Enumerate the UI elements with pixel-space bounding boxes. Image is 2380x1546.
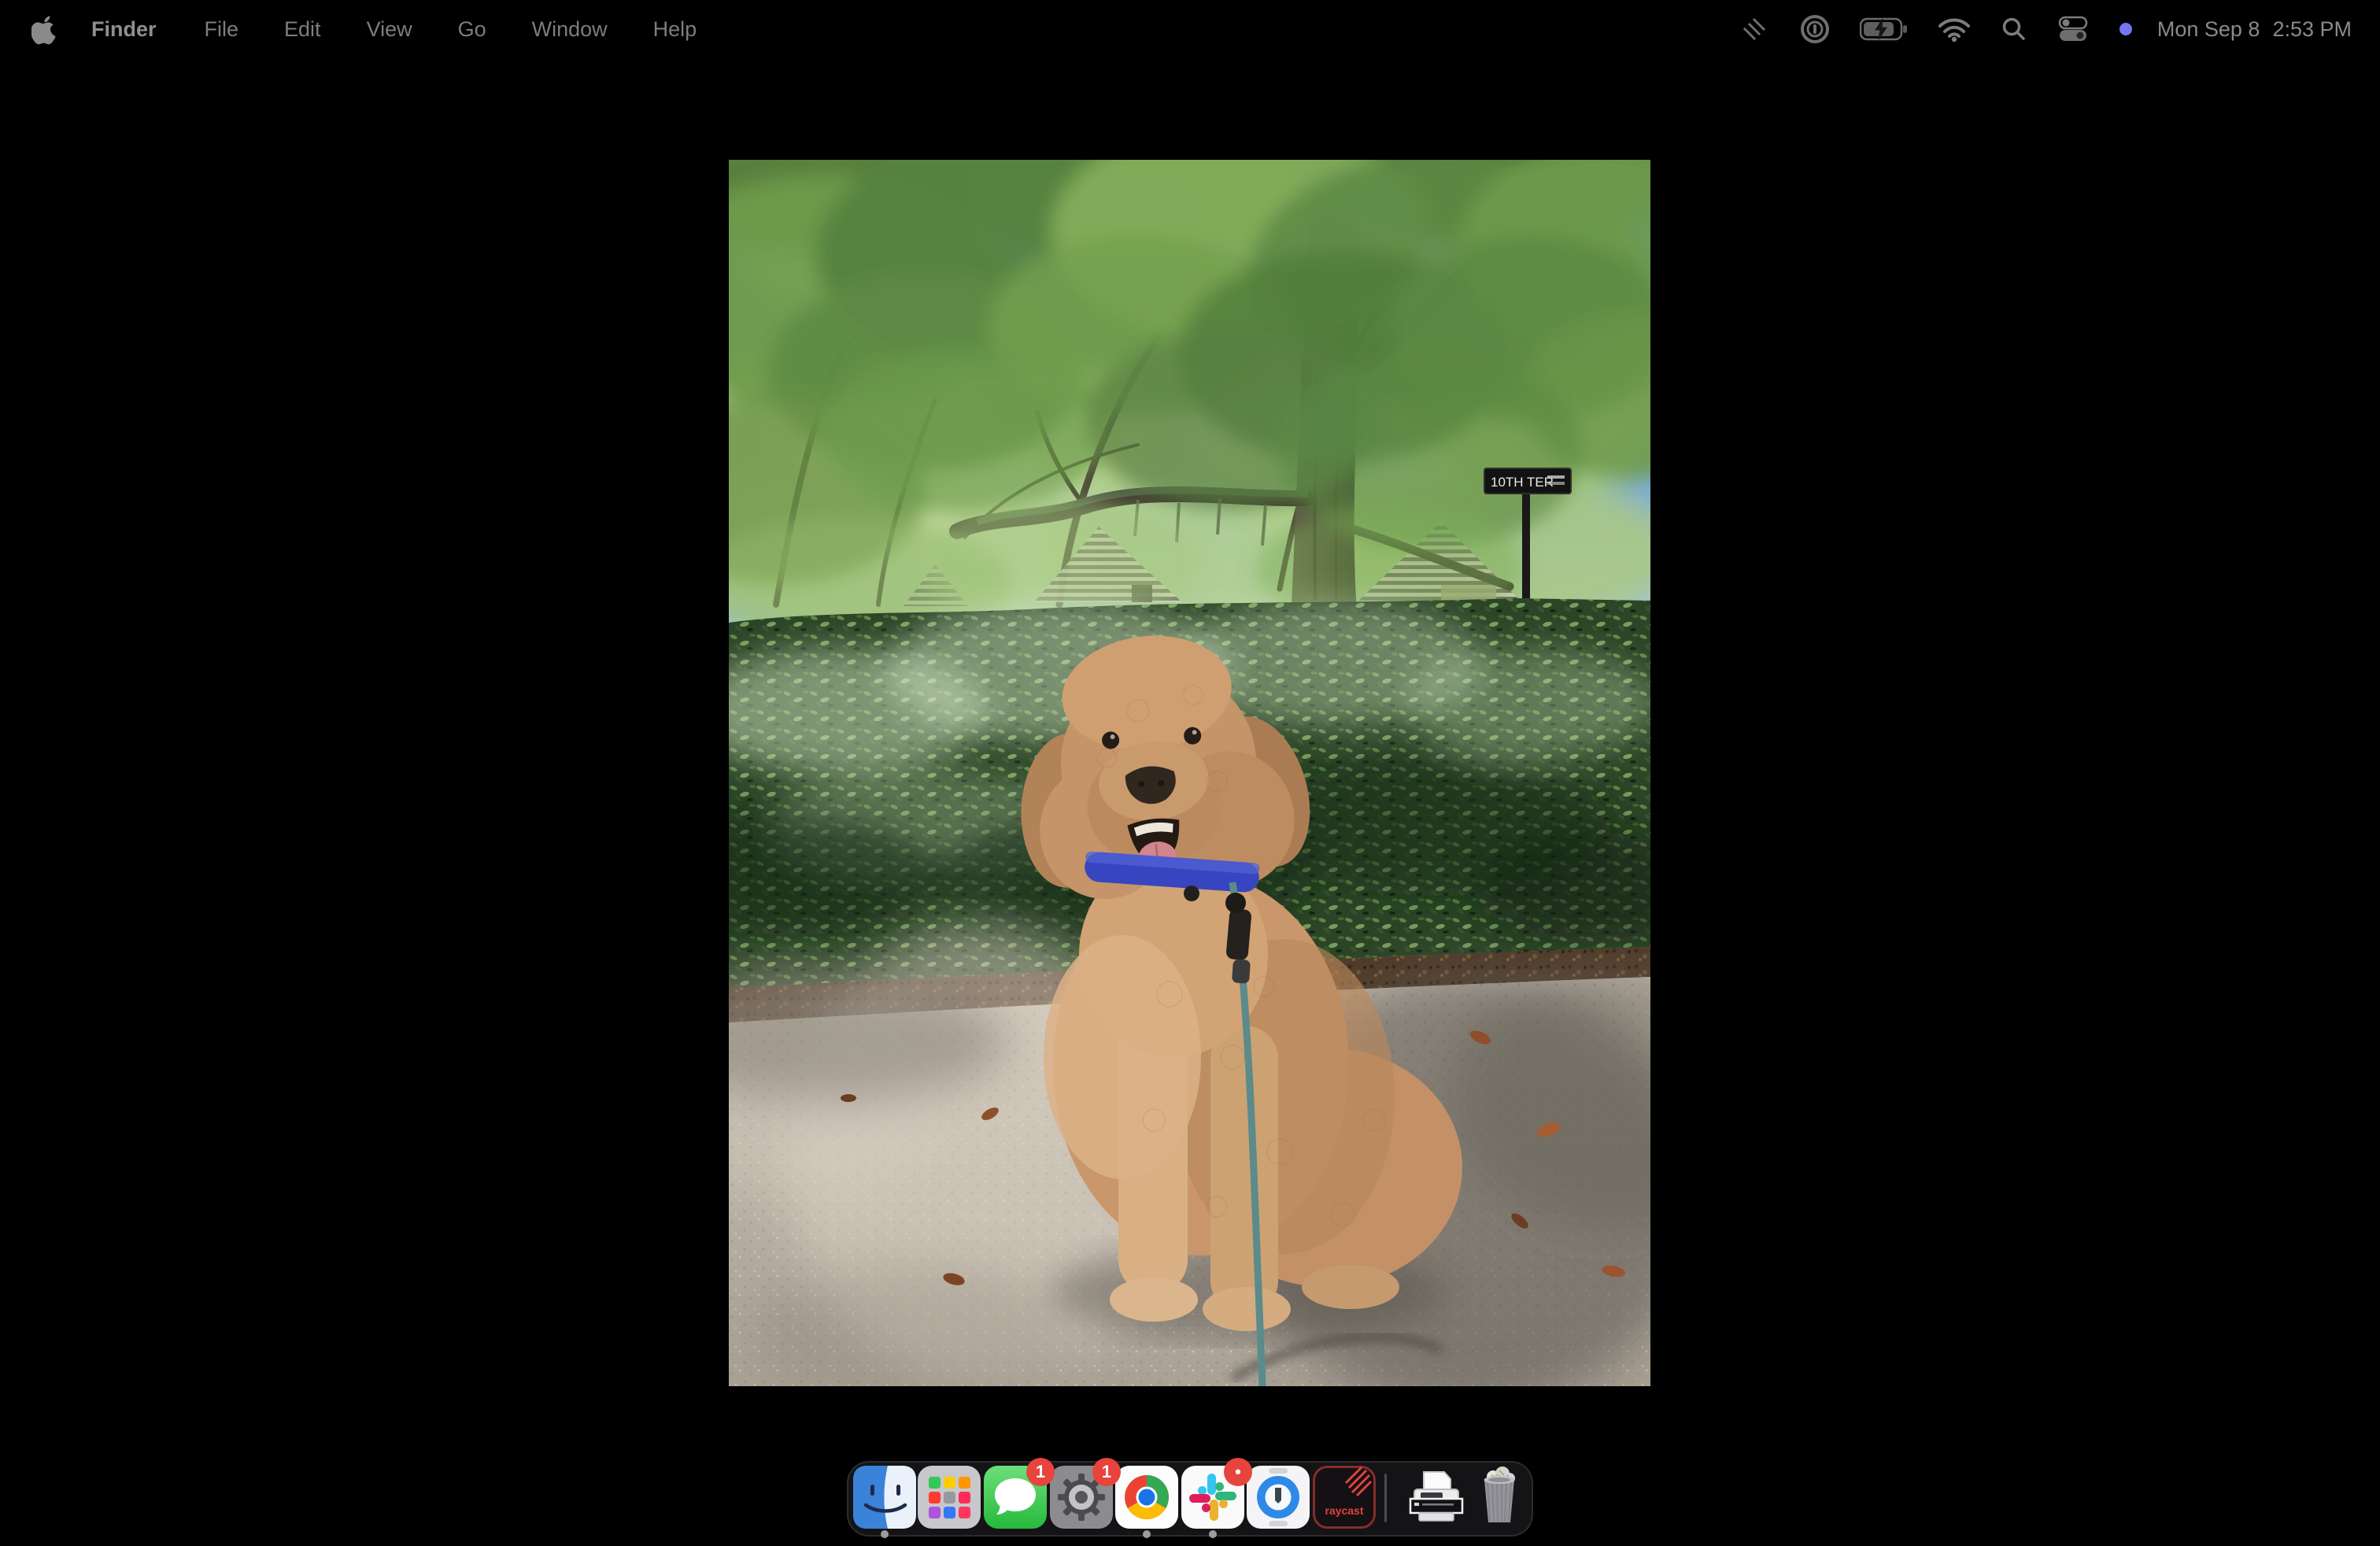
menu-item-view[interactable]: View — [344, 17, 435, 42]
raycast-menu-icon[interactable] — [1724, 0, 1784, 58]
photo-illustration: 10TH TER — [729, 160, 1650, 1386]
dock-raycast[interactable]: raycast — [1313, 1466, 1376, 1529]
dock-1password[interactable] — [1247, 1466, 1310, 1529]
dock-launchpad[interactable] — [918, 1466, 981, 1529]
menu-item-help[interactable]: Help — [630, 17, 720, 42]
clock-time: 2:53 PM — [2272, 17, 2352, 42]
control-center-icon[interactable] — [2042, 0, 2107, 58]
battery-charging-icon[interactable] — [1846, 0, 1923, 58]
menu-bar-left: Finder File Edit View Go Window Help — [0, 13, 719, 45]
wifi-icon[interactable] — [1923, 0, 1986, 58]
dock-divider — [1384, 1474, 1387, 1522]
settings-badge: 1 — [1092, 1458, 1121, 1486]
dock-trash-full[interactable] — [1468, 1466, 1531, 1529]
dock-finder[interactable] — [853, 1466, 916, 1529]
menu-bar-clock[interactable]: Mon Sep 8 2:53 PM — [2145, 17, 2352, 42]
slack-running-dot — [1209, 1530, 1217, 1538]
messages-badge: 1 — [1026, 1458, 1055, 1486]
apple-menu-icon[interactable] — [31, 13, 58, 45]
slack-badge: • — [1224, 1458, 1252, 1486]
menu-item-file[interactable]: File — [182, 17, 262, 42]
menu-item-window[interactable]: Window — [509, 17, 630, 42]
svg-text:10TH TER: 10TH TER — [1491, 475, 1554, 490]
photo-dog-on-path: 10TH TER — [729, 160, 1650, 1386]
dock-printer[interactable] — [1405, 1466, 1468, 1529]
menu-item-finder[interactable]: Finder — [66, 17, 182, 42]
clock-date: Mon Sep 8 — [2157, 17, 2260, 42]
tree-canopy — [729, 160, 1650, 652]
1password-menu-icon[interactable] — [1784, 0, 1846, 58]
menu-bar: Finder File Edit View Go Window Help — [0, 0, 2380, 58]
dock-chrome[interactable] — [1115, 1466, 1178, 1529]
finder-running-dot — [881, 1530, 889, 1538]
menu-item-edit[interactable]: Edit — [261, 17, 344, 42]
chrome-running-dot — [1143, 1530, 1151, 1538]
menu-bar-status: Mon Sep 8 2:53 PM — [1724, 0, 2380, 58]
menu-item-go[interactable]: Go — [435, 17, 509, 42]
svg-text:raycast: raycast — [1325, 1504, 1363, 1517]
spotlight-search-icon[interactable] — [1986, 0, 2042, 58]
focus-indicator-dot[interactable] — [2107, 0, 2145, 58]
